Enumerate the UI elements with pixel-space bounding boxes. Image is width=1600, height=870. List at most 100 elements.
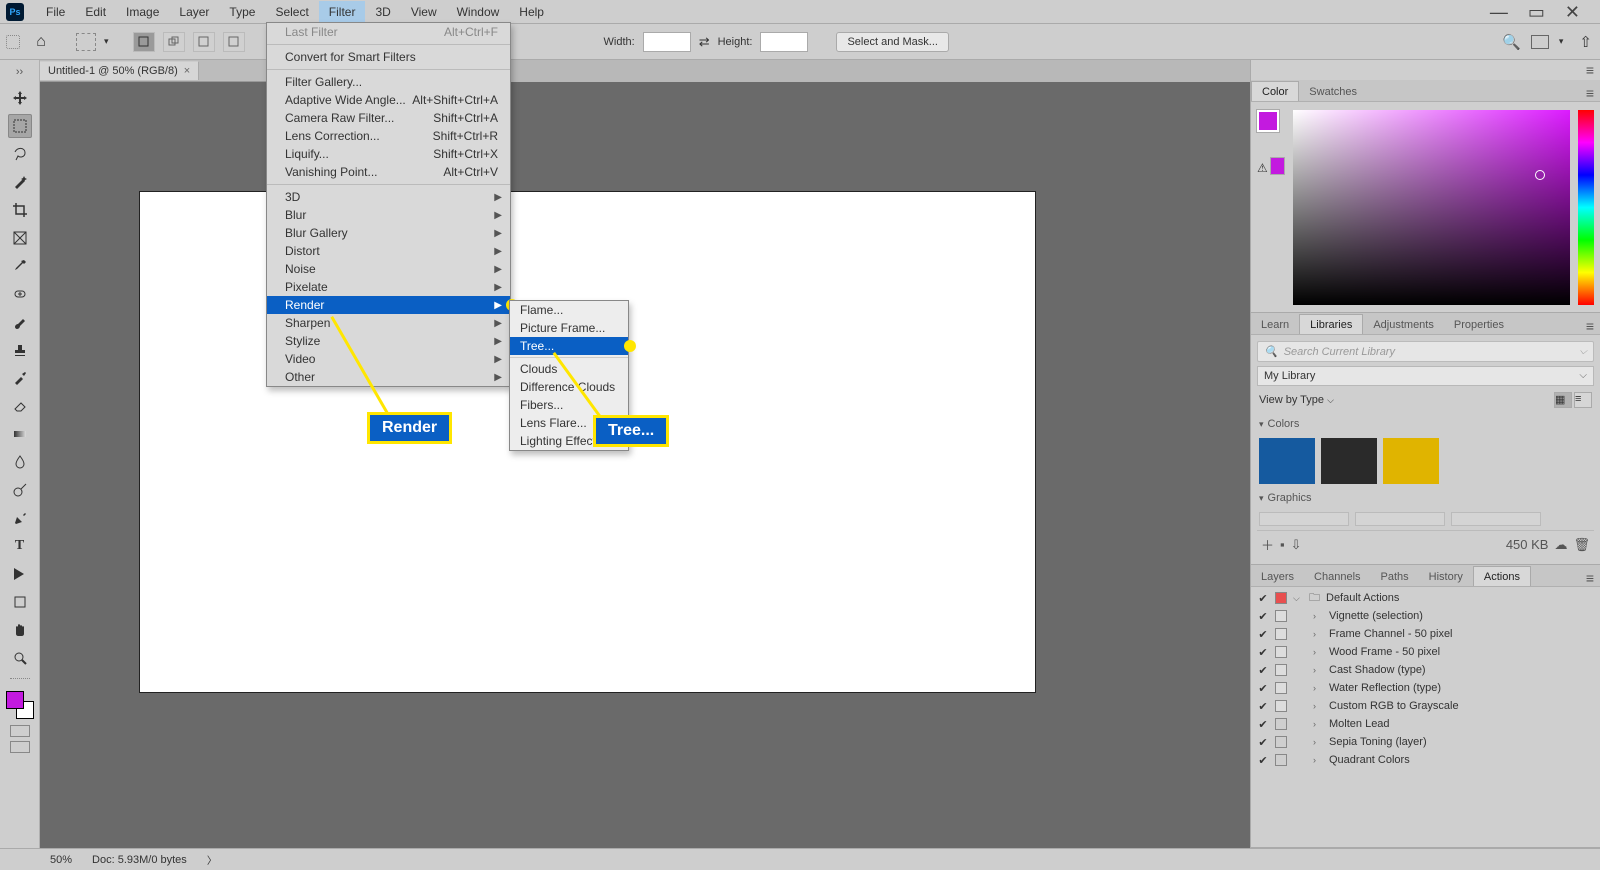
trash-icon[interactable]: 🗑: [1573, 537, 1590, 553]
brush-tool[interactable]: [8, 310, 32, 334]
menu-file[interactable]: File: [36, 1, 75, 23]
library-search[interactable]: 🔍 Search Current Library ⌵: [1257, 341, 1594, 362]
dodge-tool[interactable]: [8, 478, 32, 502]
panel-menu-icon[interactable]: ≡: [1580, 570, 1600, 586]
menu-window[interactable]: Window: [447, 1, 510, 23]
screenmode-icon[interactable]: [10, 741, 30, 753]
history-brush-tool[interactable]: [8, 366, 32, 390]
menu-image[interactable]: Image: [116, 1, 169, 23]
disclosure-icon[interactable]: ›: [1313, 737, 1323, 747]
tab-properties[interactable]: Properties: [1444, 315, 1514, 334]
dialog-toggle[interactable]: [1275, 646, 1287, 658]
selection-new-icon[interactable]: [133, 32, 155, 52]
hue-slider[interactable]: [1578, 110, 1594, 305]
filter-other[interactable]: Other▶: [267, 368, 510, 386]
pen-tool[interactable]: [8, 506, 32, 530]
chevron-icon[interactable]: 〉: [207, 852, 217, 867]
zoom-tool[interactable]: [8, 646, 32, 670]
graphic-thumb[interactable]: [1451, 512, 1541, 526]
selection-intersect-icon[interactable]: [223, 32, 245, 52]
library-selector[interactable]: My Library⌵: [1257, 366, 1594, 386]
filter-distort[interactable]: Distort▶: [267, 242, 510, 260]
window-maximize-icon[interactable]: ▭: [1528, 5, 1545, 19]
disclosure-icon[interactable]: ›: [1313, 683, 1323, 693]
filter-render[interactable]: Render▶: [267, 296, 510, 314]
menu-help[interactable]: Help: [509, 1, 554, 23]
filter-gallery[interactable]: Filter Gallery...: [267, 73, 510, 91]
foreground-color[interactable]: [1257, 110, 1279, 132]
filter-lens[interactable]: Lens Correction...Shift+Ctrl+R: [267, 127, 510, 145]
select-and-mask-button[interactable]: Select and Mask...: [836, 32, 949, 52]
filter-sharpen[interactable]: Sharpen▶: [267, 314, 510, 332]
disclosure-icon[interactable]: ›: [1313, 755, 1323, 765]
tab-libraries[interactable]: Libraries: [1299, 314, 1363, 334]
selection-add-icon[interactable]: [163, 32, 185, 52]
tab-history[interactable]: History: [1419, 567, 1473, 586]
doc-info[interactable]: Doc: 5.93M/0 bytes: [92, 854, 187, 866]
render-tree[interactable]: Tree...: [510, 337, 628, 355]
check-icon[interactable]: ✔: [1257, 646, 1269, 659]
menu-select[interactable]: Select: [265, 1, 318, 23]
search-icon[interactable]: 🔍: [1502, 33, 1521, 51]
color-swatches[interactable]: [6, 691, 34, 719]
window-close-icon[interactable]: ✕: [1565, 5, 1580, 19]
library-swatch-1[interactable]: [1259, 438, 1315, 484]
action-item[interactable]: ✔›Quadrant Colors: [1251, 751, 1600, 769]
foreground-color-swatch[interactable]: [6, 691, 24, 709]
tab-layers[interactable]: Layers: [1251, 567, 1304, 586]
panel-menu-icon[interactable]: ≡: [1580, 318, 1600, 334]
graphic-thumb[interactable]: [1355, 512, 1445, 526]
color-picker[interactable]: [1293, 110, 1570, 305]
cloud-icon[interactable]: ☁: [1554, 537, 1567, 553]
check-icon[interactable]: ✔: [1257, 592, 1269, 605]
graphics-section[interactable]: ▾Graphics: [1257, 488, 1594, 508]
action-item[interactable]: ✔›Custom RGB to Grayscale: [1251, 697, 1600, 715]
disclosure-icon[interactable]: ›: [1313, 719, 1323, 729]
check-icon[interactable]: ✔: [1257, 628, 1269, 641]
eraser-tool[interactable]: [8, 394, 32, 418]
action-item[interactable]: ✔›Frame Channel - 50 pixel: [1251, 625, 1600, 643]
add-content-icon[interactable]: ＋: [1261, 535, 1274, 554]
move-tool[interactable]: [8, 86, 32, 110]
frame-tool[interactable]: [8, 226, 32, 250]
dialog-toggle[interactable]: [1275, 736, 1287, 748]
action-item[interactable]: ✔›Molten Lead: [1251, 715, 1600, 733]
folder-icon[interactable]: ▪: [1280, 537, 1285, 552]
view-by-type-select[interactable]: View by Type ⌵: [1259, 394, 1334, 406]
graphic-thumb[interactable]: [1259, 512, 1349, 526]
disclosure-icon[interactable]: ›: [1313, 665, 1323, 675]
dialog-toggle[interactable]: [1275, 628, 1287, 640]
menu-view[interactable]: View: [401, 1, 447, 23]
check-icon[interactable]: ✔: [1257, 718, 1269, 731]
dialog-toggle[interactable]: [1275, 610, 1287, 622]
path-tool[interactable]: [8, 562, 32, 586]
check-icon[interactable]: ✔: [1257, 682, 1269, 695]
toolbar-menu-icon[interactable]: ››: [16, 66, 23, 78]
render-difference-clouds[interactable]: Difference Clouds: [510, 378, 628, 396]
check-icon[interactable]: ✔: [1257, 736, 1269, 749]
filter-convert-smart[interactable]: Convert for Smart Filters: [267, 48, 510, 66]
menu-layer[interactable]: Layer: [169, 1, 219, 23]
blur-tool[interactable]: [8, 450, 32, 474]
check-icon[interactable]: ✔: [1257, 610, 1269, 623]
swap-icon[interactable]: ⇄: [699, 34, 710, 50]
menu-3d[interactable]: 3D: [365, 1, 400, 23]
action-item[interactable]: ✔›Cast Shadow (type): [1251, 661, 1600, 679]
check-icon[interactable]: ✔: [1257, 754, 1269, 767]
filter-liquify[interactable]: Liquify...Shift+Ctrl+X: [267, 145, 510, 163]
disclosure-icon[interactable]: ›: [1313, 647, 1323, 657]
dialog-toggle[interactable]: [1275, 718, 1287, 730]
colors-section[interactable]: ▾Colors: [1257, 414, 1594, 434]
check-icon[interactable]: ✔: [1257, 700, 1269, 713]
menu-filter[interactable]: Filter: [319, 1, 366, 23]
filter-last[interactable]: Last FilterAlt+Ctrl+F: [267, 23, 510, 41]
filter-blur[interactable]: Blur▶: [267, 206, 510, 224]
libraries-sync-icon[interactable]: ⇩: [1291, 537, 1302, 553]
dialog-toggle[interactable]: [1275, 682, 1287, 694]
menu-edit[interactable]: Edit: [75, 1, 116, 23]
list-view-icon[interactable]: ≡: [1574, 392, 1592, 408]
share-icon[interactable]: ⇧: [1579, 33, 1592, 51]
dialog-toggle[interactable]: [1275, 700, 1287, 712]
eyedropper-tool[interactable]: [8, 254, 32, 278]
background-color[interactable]: [1270, 157, 1285, 175]
